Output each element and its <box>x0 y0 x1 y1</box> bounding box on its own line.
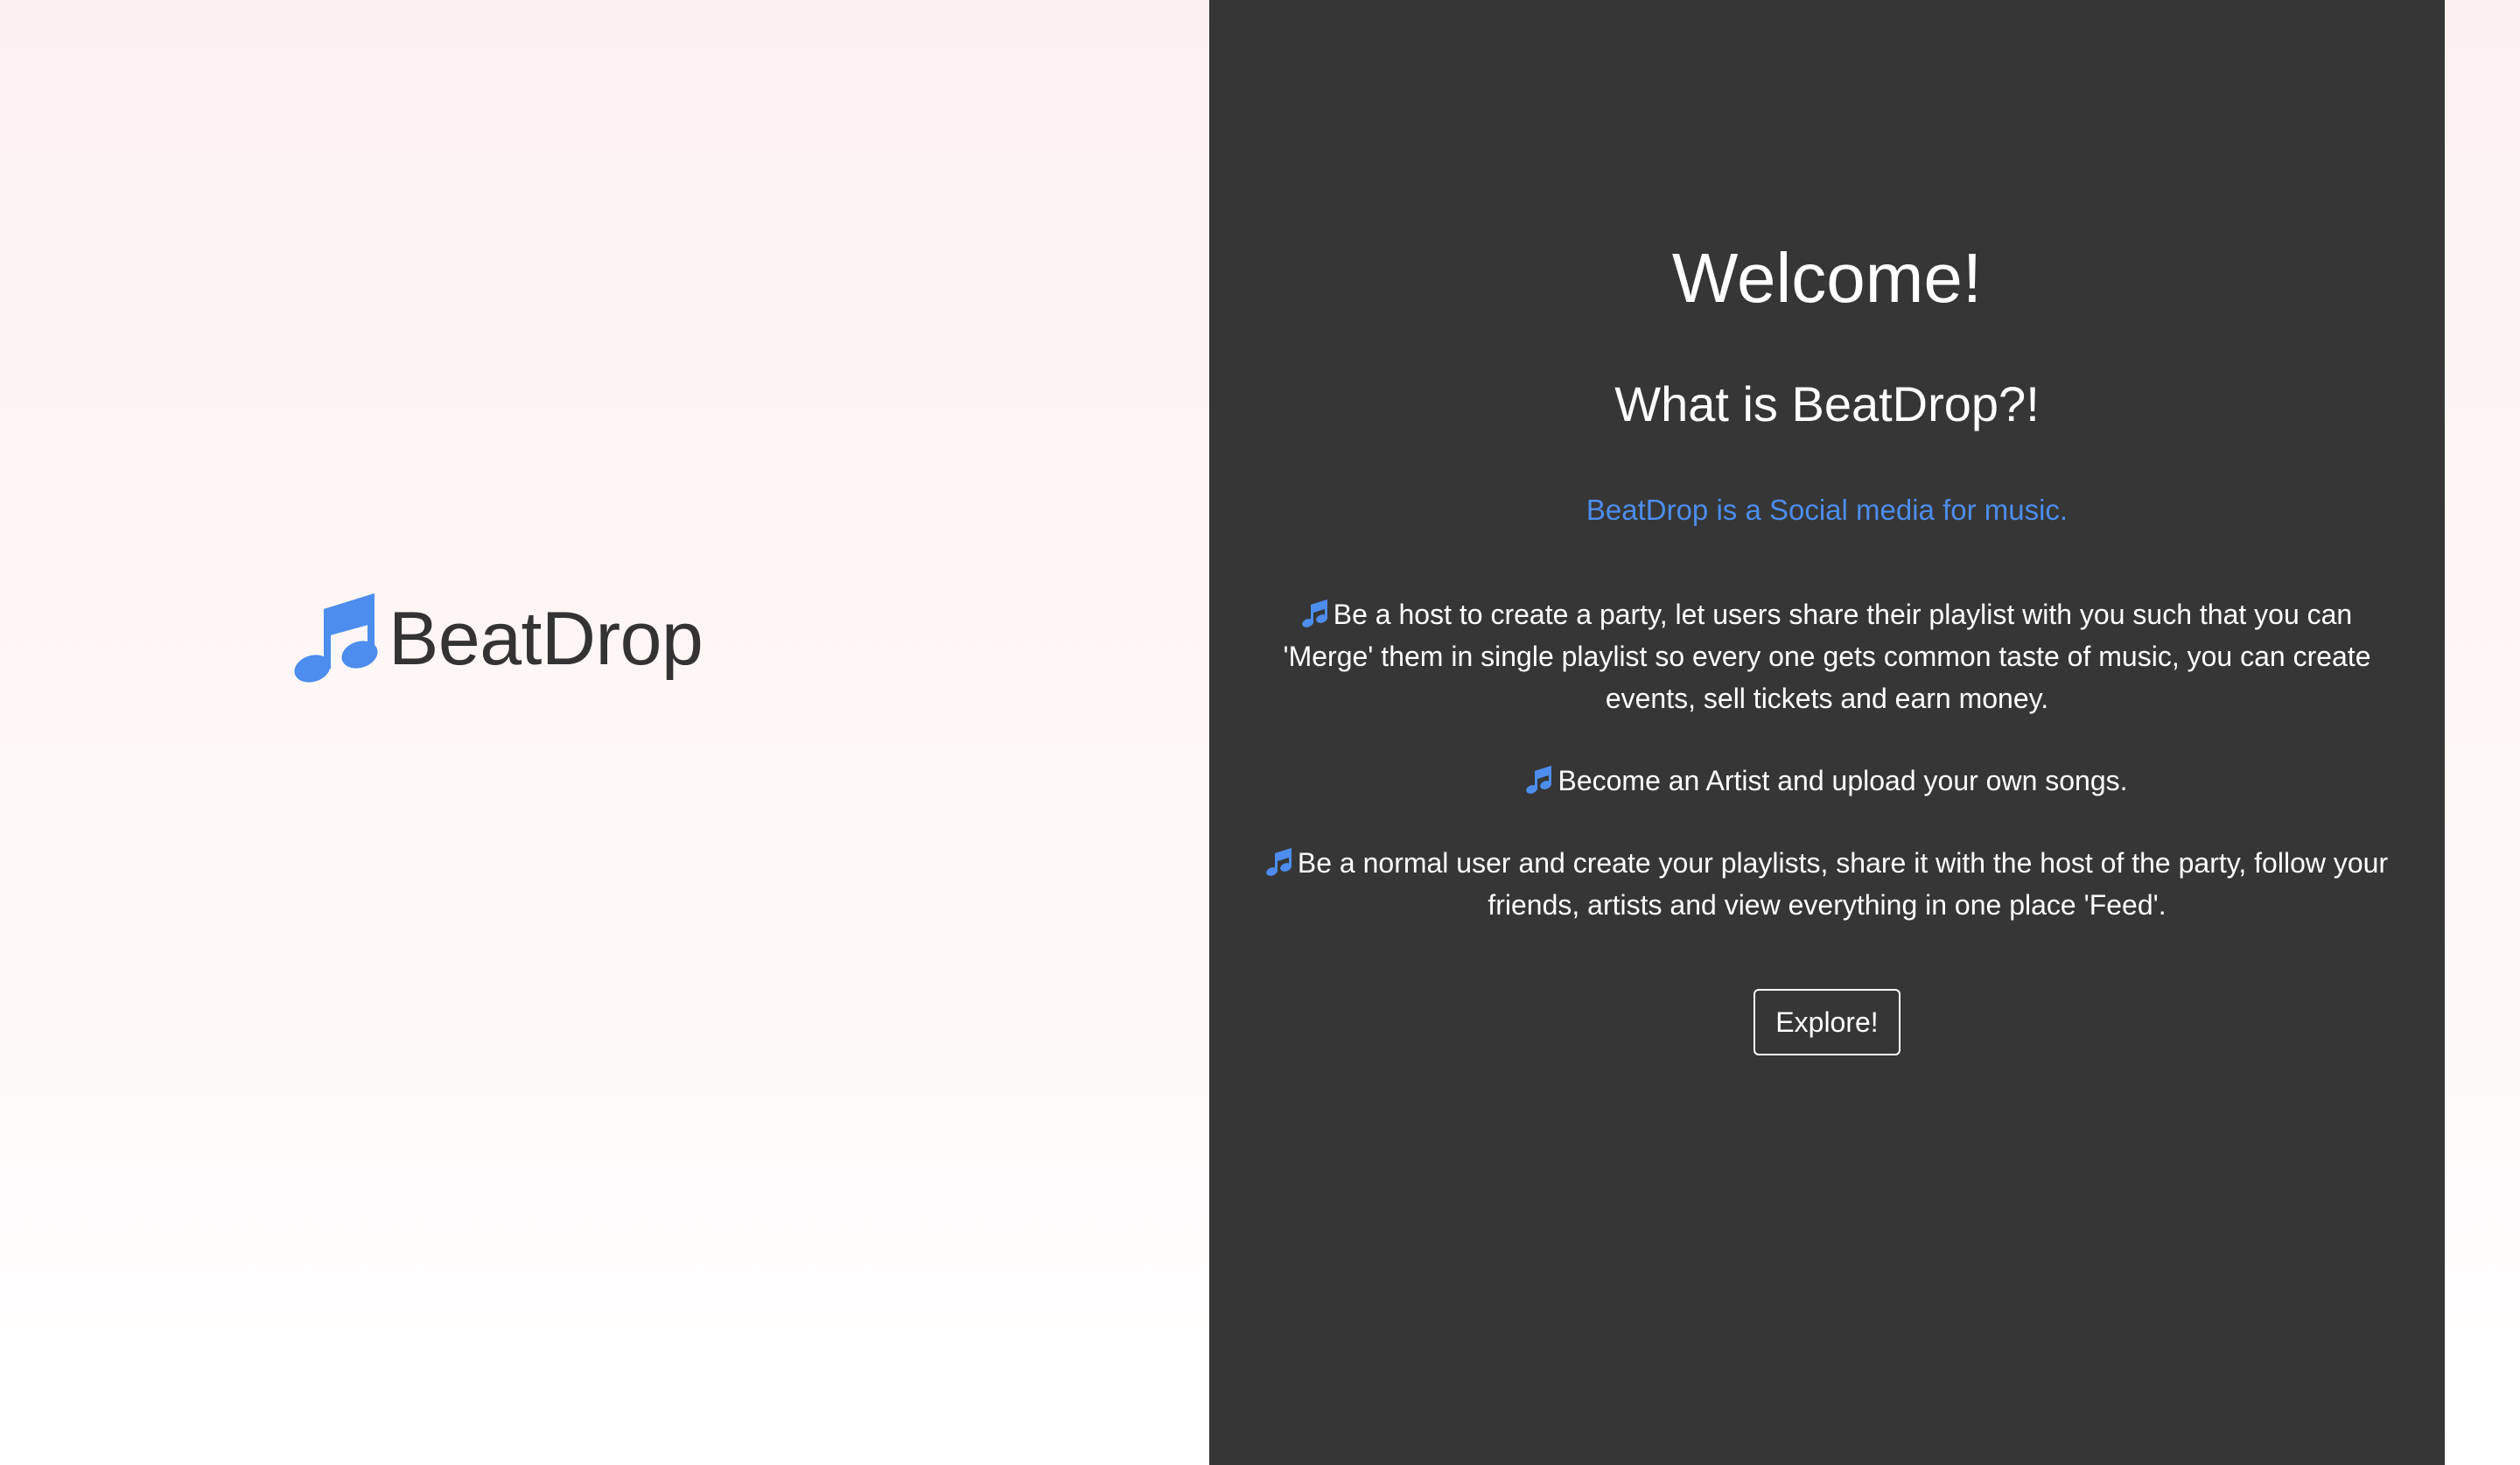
music-note-icon <box>294 593 378 683</box>
explore-button[interactable]: Explore! <box>1754 989 1900 1055</box>
feature-user: Be a normal user and create your playlis… <box>1262 842 2392 926</box>
music-note-icon <box>1266 848 1292 876</box>
welcome-panel: Welcome! What is BeatDrop?! BeatDrop is … <box>1209 0 2445 1465</box>
what-is-heading: What is BeatDrop?! <box>1614 376 2040 431</box>
feature-host: Be a host to create a party, let users s… <box>1262 593 2392 719</box>
brand-logo: BeatDrop <box>294 592 704 686</box>
background-strip <box>2445 0 2520 1465</box>
feature-text: Become an Artist and upload your own son… <box>1558 765 2128 796</box>
music-note-icon <box>1301 599 1327 627</box>
feature-text: Be a host to create a party, let users s… <box>1283 599 2371 714</box>
feature-artist: Become an Artist and upload your own son… <box>1262 760 2392 802</box>
feature-text: Be a normal user and create your playlis… <box>1297 847 2389 921</box>
brand-name: BeatDrop <box>388 597 704 681</box>
welcome-heading: Welcome! <box>1671 239 1983 317</box>
music-note-icon <box>1526 766 1552 794</box>
tagline: BeatDrop is a Social media for music. <box>1586 494 2068 526</box>
brand-pane: BeatDrop <box>0 0 1209 1465</box>
